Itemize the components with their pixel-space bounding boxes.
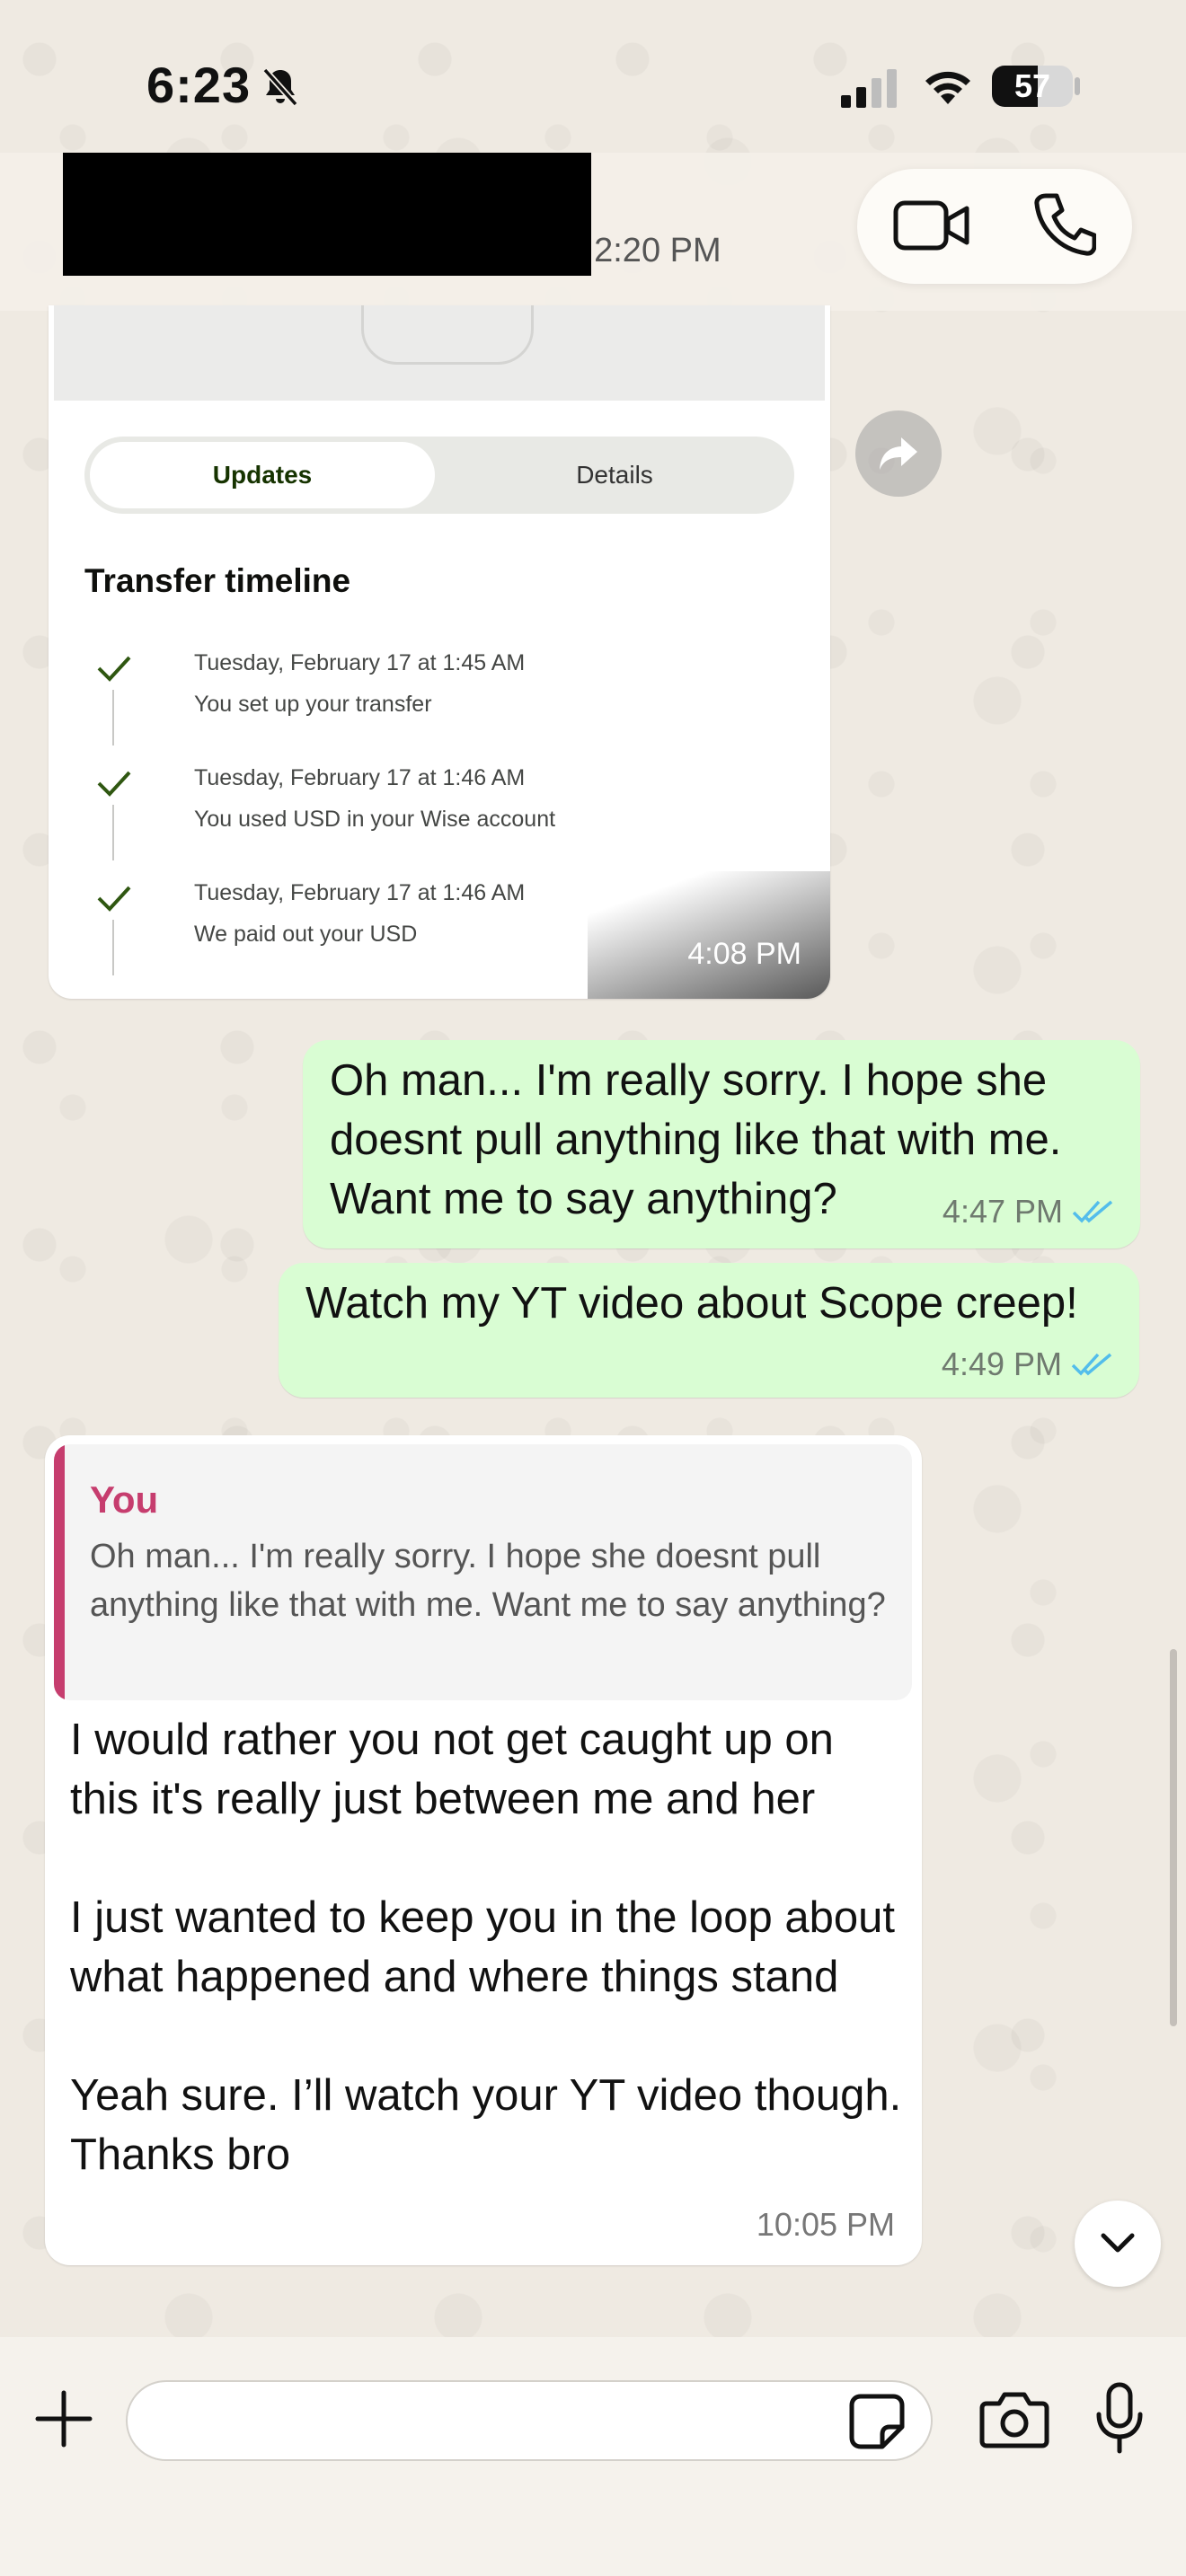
- quote-author: You: [90, 1478, 159, 1521]
- double-check-icon: [1072, 1200, 1113, 1223]
- timeline-item: Tuesday, February 17 at 1:46 AM You used…: [49, 765, 830, 864]
- message-time: 4:49 PM: [941, 1345, 1062, 1382]
- timeline-connector: [112, 805, 114, 860]
- scroll-to-bottom-button[interactable]: [1075, 2201, 1161, 2287]
- bell-slash-icon: [262, 67, 298, 107]
- image-message[interactable]: Updates Details Transfer timeline Tuesda…: [49, 305, 830, 999]
- double-check-icon: [1071, 1353, 1112, 1376]
- timeline-connector: [112, 920, 114, 975]
- wifi-icon: [925, 71, 970, 104]
- tab-details: Details: [576, 461, 653, 489]
- plus-icon[interactable]: [34, 2389, 93, 2448]
- outgoing-message[interactable]: Watch my YT video about Scope creep! 4:4…: [279, 1263, 1139, 1398]
- battery-icon: 57: [992, 66, 1073, 107]
- check-icon: [97, 886, 131, 912]
- quoted-message[interactable]: You Oh man... I'm really sorry. I hope s…: [54, 1444, 912, 1700]
- timeline-date: Tuesday, February 17 at 1:46 AM: [194, 880, 526, 905]
- incoming-message[interactable]: You Oh man... I'm really sorry. I hope s…: [45, 1435, 922, 2265]
- message-time: 10:05 PM: [756, 2206, 895, 2243]
- tabs-segmented-control: Updates Details: [84, 437, 794, 514]
- timeline-description: You used USD in your Wise account: [194, 807, 556, 832]
- timeline-description: We paid out your USD: [194, 922, 418, 947]
- scroll-indicator[interactable]: [1170, 1649, 1177, 2026]
- image-timestamp-shade: [588, 871, 830, 999]
- cellular-signal-icon: [841, 69, 897, 108]
- chevron-down-icon: [1101, 2233, 1135, 2253]
- message-input[interactable]: [126, 2380, 933, 2461]
- battery-cap: [1075, 77, 1080, 95]
- redacted-contact-info: [63, 153, 591, 276]
- message-text: I would rather you not get caught up on …: [70, 1716, 902, 2179]
- microphone-icon[interactable]: [1094, 2382, 1145, 2454]
- message-meta: 4:49 PM: [942, 1345, 1114, 1383]
- timeline-description: You set up your transfer: [194, 692, 432, 717]
- phone-call-icon[interactable]: [1033, 192, 1096, 257]
- quote-text: Oh man... I'm really sorry. I hope she d…: [90, 1538, 886, 1624]
- forward-icon: [880, 437, 917, 470]
- message-text: Watch my YT video about Scope creep!: [305, 1279, 1078, 1328]
- message-time: 4:08 PM: [687, 937, 801, 971]
- check-icon: [97, 771, 131, 797]
- battery-level: 57: [1013, 67, 1051, 104]
- outgoing-message[interactable]: Oh man... I'm really sorry. I hope she d…: [303, 1040, 1140, 1248]
- image-top-area: [54, 305, 825, 401]
- timeline-item: Tuesday, February 17 at 1:45 AM You set …: [49, 650, 830, 749]
- video-call-icon[interactable]: [893, 198, 970, 253]
- status-time: 6:23: [146, 57, 252, 113]
- quote-accent-bar: [54, 1444, 65, 1700]
- image-top-button: [361, 305, 534, 365]
- timeline-date: Tuesday, February 17 at 1:46 AM: [194, 765, 526, 790]
- message-time: 4:47 PM: [942, 1193, 1063, 1230]
- camera-icon[interactable]: [979, 2389, 1049, 2448]
- status-bar: 6:23 57: [0, 0, 1186, 153]
- timeline-connector: [112, 690, 114, 745]
- last-seen-text: t 2:20 PM: [575, 232, 721, 269]
- sticker-icon[interactable]: [848, 2393, 906, 2450]
- timeline-date: Tuesday, February 17 at 1:45 AM: [194, 650, 526, 675]
- forward-button[interactable]: [855, 410, 942, 497]
- message-meta: 4:47 PM: [943, 1193, 1115, 1231]
- timeline-title: Transfer timeline: [84, 562, 351, 599]
- check-icon: [97, 656, 131, 682]
- tab-updates: Updates: [90, 442, 435, 508]
